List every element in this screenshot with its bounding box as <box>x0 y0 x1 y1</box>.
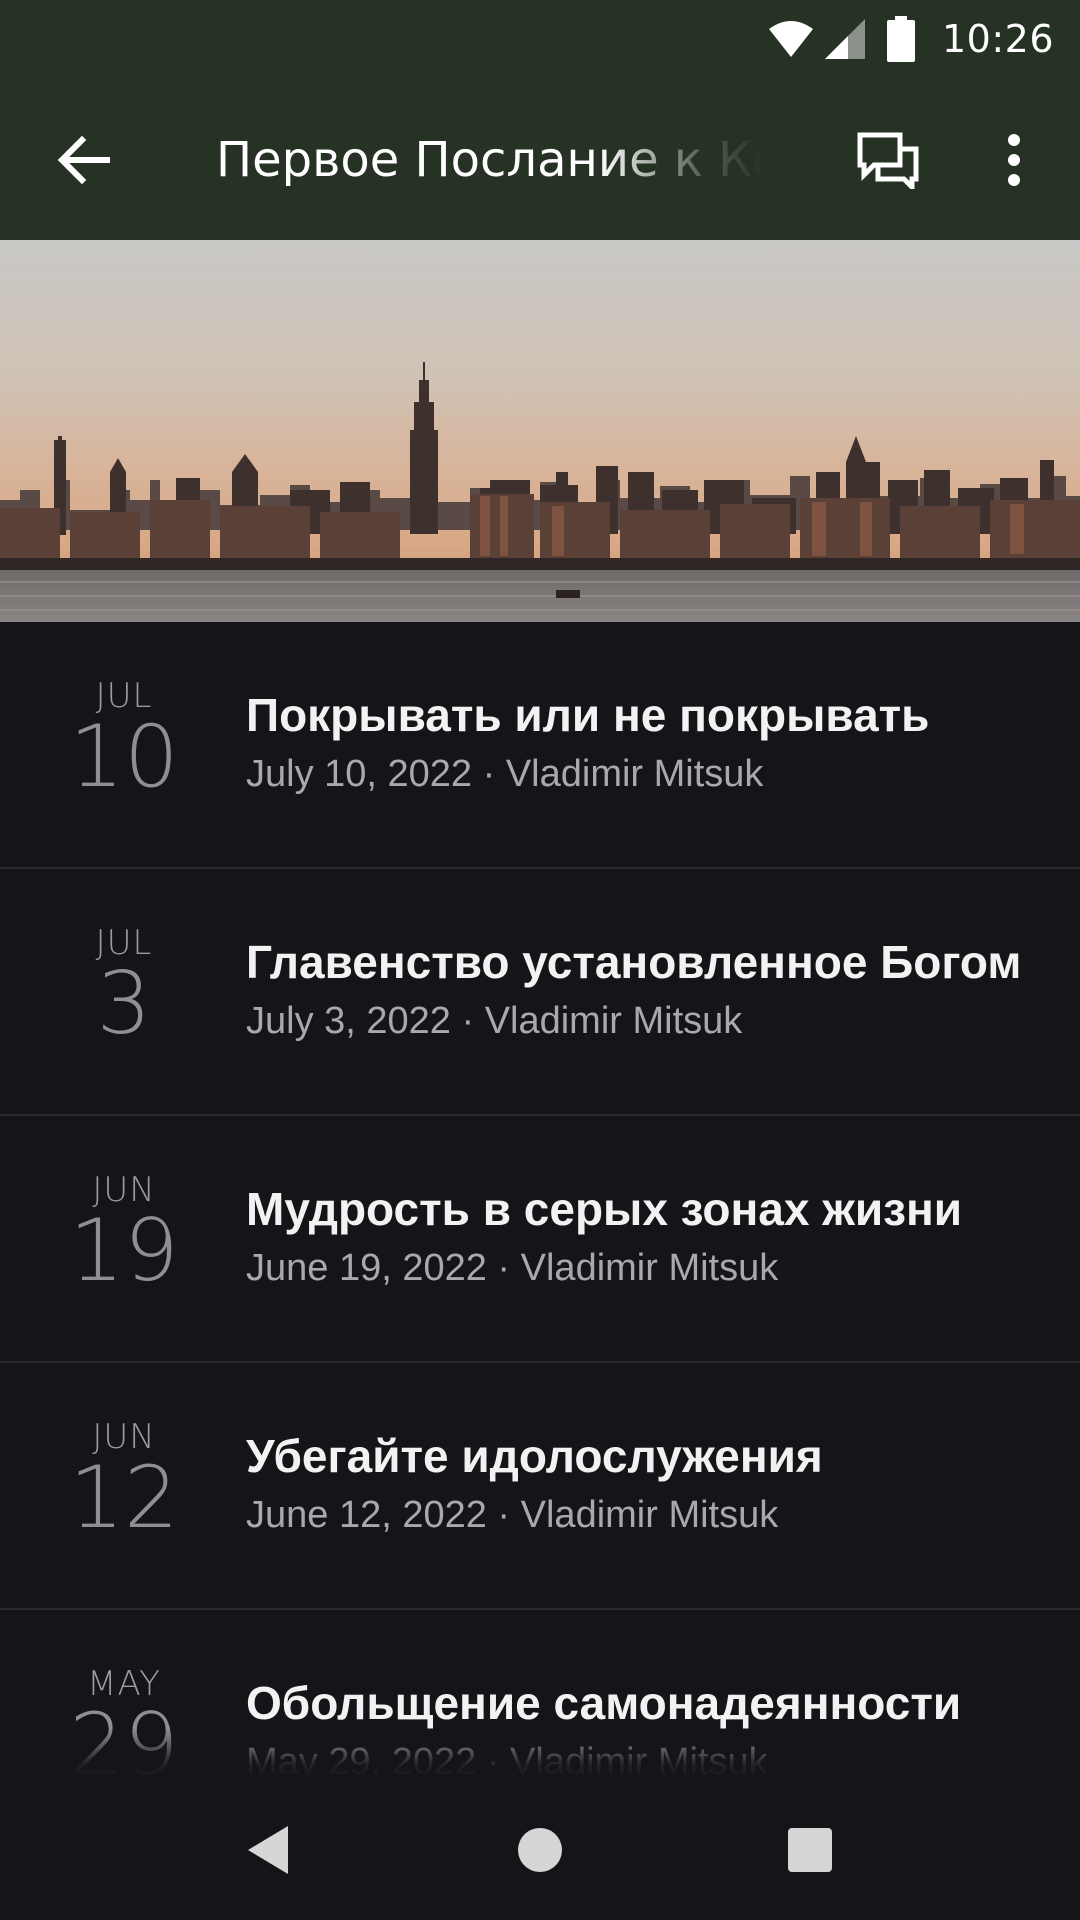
more-options-button[interactable] <box>986 124 1042 196</box>
date-day: 10 <box>69 707 179 807</box>
arrow-back-icon <box>58 136 110 184</box>
sermon-meta: June 19, 2022 · Vladimir Mitsuk <box>246 1247 779 1289</box>
date-badge: MAY 29 <box>54 1666 194 1780</box>
date-badge: JUL 10 <box>54 678 194 800</box>
nav-recents-icon <box>788 1828 832 1872</box>
date-day: 3 <box>96 954 152 1054</box>
app-screen: 10:26 Первое Послание к Коринфянам <box>0 0 1080 1920</box>
battery-icon <box>886 16 916 62</box>
status-time: 10:26 <box>941 17 1054 61</box>
sermon-title: Убегайте идолослужения <box>246 1430 823 1482</box>
sermon-list-item[interactable]: JUL 3 Главенство установленное Богом Jul… <box>0 869 1080 1116</box>
sermon-list-item[interactable]: JUN 12 Убегайте идолослужения June 12, 2… <box>0 1363 1080 1610</box>
nav-back-button[interactable] <box>228 1810 308 1890</box>
back-button[interactable] <box>46 126 122 194</box>
chat-button[interactable] <box>846 124 930 196</box>
nav-home-icon <box>518 1828 562 1872</box>
sermon-title: Покрывать или не покрывать <box>246 689 930 741</box>
app-toolbar: Первое Послание к Коринфянам <box>0 80 1080 240</box>
series-banner-image <box>0 240 1080 622</box>
date-badge: JUL 3 <box>54 925 194 1047</box>
sermon-list-item[interactable]: JUN 19 Мудрость в серых зонах жизни June… <box>0 1116 1080 1363</box>
wifi-icon <box>768 19 814 59</box>
sermon-meta: May 29, 2022 · Vladimir Mitsuk <box>246 1741 768 1780</box>
sermon-title: Главенство установленное Богом <box>246 936 1022 988</box>
system-nav-bar <box>0 1780 1080 1920</box>
more-vertical-icon <box>1008 134 1020 186</box>
page-title: Первое Послание к Коринфянам <box>216 132 764 188</box>
status-bar: 10:26 <box>0 0 1080 80</box>
date-badge: JUN 12 <box>54 1419 194 1541</box>
sermon-list-item[interactable]: JUL 10 Покрывать или не покрывать July 1… <box>0 622 1080 869</box>
sermon-meta: July 3, 2022 · Vladimir Mitsuk <box>246 1000 743 1042</box>
date-badge: JUN 19 <box>54 1172 194 1294</box>
sermon-list: JUL 10 Покрывать или не покрывать July 1… <box>0 622 1080 1780</box>
status-icons: 10:26 <box>768 14 1054 64</box>
sermon-title: Обольщение самонадеянности <box>246 1677 962 1729</box>
sermon-meta: June 12, 2022 · Vladimir Mitsuk <box>246 1494 779 1536</box>
chat-bubbles-icon <box>857 132 919 189</box>
sermon-text: Обольщение самонадеянности May 29, 2022 … <box>246 1674 1036 1780</box>
date-day: 19 <box>69 1201 179 1301</box>
sermon-text: Покрывать или не покрывать July 10, 2022… <box>246 686 1036 798</box>
date-day: 12 <box>69 1448 179 1548</box>
sermon-list-item[interactable]: MAY 29 Обольщение самонадеянности May 29… <box>0 1610 1080 1780</box>
date-day: 29 <box>69 1695 179 1780</box>
nav-recents-button[interactable] <box>770 1810 850 1890</box>
sermon-text: Убегайте идолослужения June 12, 2022 · V… <box>246 1427 1036 1539</box>
cellular-signal-icon <box>824 18 866 60</box>
sermon-title: Мудрость в серых зонах жизни <box>246 1183 963 1235</box>
sermon-text: Главенство установленное Богом July 3, 2… <box>246 933 1036 1045</box>
sermon-meta: July 10, 2022 · Vladimir Mitsuk <box>246 753 764 795</box>
sermon-text: Мудрость в серых зонах жизни June 19, 20… <box>246 1180 1036 1292</box>
nav-back-icon <box>248 1826 288 1874</box>
nav-home-button[interactable] <box>500 1810 580 1890</box>
